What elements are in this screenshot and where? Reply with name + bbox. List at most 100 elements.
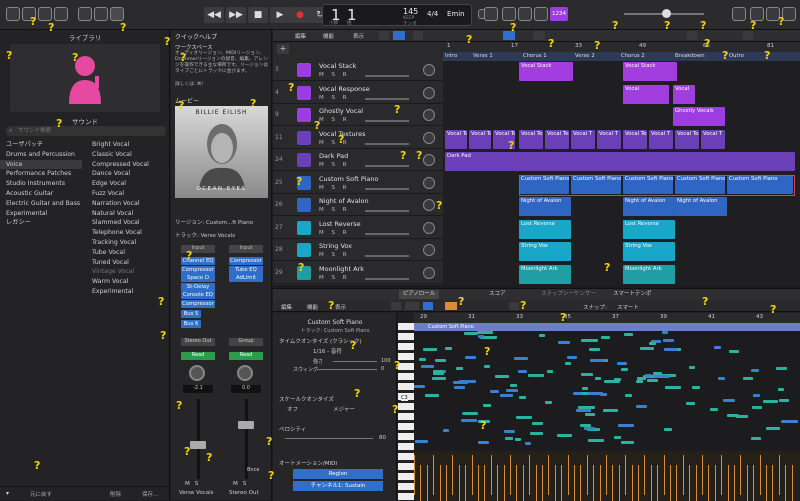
count-in-icon[interactable]: [534, 7, 548, 21]
strip1-output[interactable]: Stereo Out: [181, 338, 215, 346]
region[interactable]: Ghostly Vocals: [673, 107, 725, 126]
marker[interactable]: Verse 1: [473, 53, 493, 59]
track-volume-slider[interactable]: [365, 97, 409, 100]
piano-roll-ruler[interactable]: 29 31 33 35 37 39 41 43: [414, 313, 800, 323]
list-editors-icon[interactable]: [732, 7, 746, 21]
automation-point[interactable]: [612, 465, 614, 501]
midi-note[interactable]: [432, 377, 446, 380]
track-volume-slider[interactable]: [365, 232, 409, 235]
track-header[interactable]: 3 Vocal Stack M S R: [273, 60, 443, 81]
strip1-pan-knob[interactable]: [189, 365, 205, 381]
midi-note[interactable]: [621, 441, 634, 444]
marker[interactable]: Outro: [729, 53, 744, 59]
delete-button[interactable]: 削除: [110, 490, 121, 498]
region[interactable]: Moonlight Ark: [519, 264, 571, 284]
track-mute-solo-record[interactable]: M S R: [319, 252, 350, 258]
track-volume-slider[interactable]: [365, 210, 409, 212]
region[interactable]: Vocal Text: [675, 129, 699, 149]
automation-point[interactable]: [510, 455, 511, 495]
track-pan-knob[interactable]: [423, 221, 435, 234]
midi-note[interactable]: [581, 373, 593, 376]
pencil-tool-icon[interactable]: [533, 31, 545, 40]
automation-point[interactable]: [714, 465, 716, 501]
midi-note[interactable]: [617, 362, 627, 365]
automation-point[interactable]: [638, 465, 639, 501]
track-name[interactable]: Vocal Stack: [319, 62, 356, 70]
track-name[interactable]: Lost Reverse: [319, 220, 361, 228]
sound-search-input[interactable]: サウンド検索: [6, 126, 166, 136]
strip2-automation[interactable]: Read: [229, 352, 263, 360]
automation-point[interactable]: [580, 465, 582, 501]
automation-point[interactable]: [593, 465, 595, 501]
midi-note[interactable]: [528, 374, 544, 377]
track-header[interactable]: 26 Night of Avalon M S R: [273, 195, 443, 216]
patch-item[interactable]: Tuned Vocal: [86, 258, 168, 268]
midi-note[interactable]: [763, 400, 778, 403]
region[interactable]: Vocal Text: [519, 129, 543, 149]
track-mute-solo-record[interactable]: M S R: [319, 230, 350, 236]
midi-note[interactable]: [519, 396, 526, 399]
region[interactable]: Lost Reverse: [623, 219, 675, 239]
strength-value[interactable]: 100: [381, 358, 391, 364]
tab-smart-tempo[interactable]: スマートテンポ: [613, 290, 651, 299]
midi-note[interactable]: [662, 331, 668, 334]
region[interactable]: Vocal: [673, 84, 695, 104]
midi-note[interactable]: [425, 394, 439, 397]
automation-point[interactable]: [542, 465, 543, 501]
midi-note[interactable]: [576, 409, 591, 412]
category-item[interactable]: Performance Patches: [0, 169, 82, 179]
region[interactable]: Vocal T: [597, 129, 621, 149]
region[interactable]: Vocal Stack: [623, 62, 677, 81]
automation-point[interactable]: [446, 465, 447, 501]
midi-note[interactable]: [743, 377, 753, 380]
revert-button[interactable]: 元に戻す: [30, 490, 52, 498]
track-mute-solo-record[interactable]: M S R: [319, 72, 350, 78]
midi-note[interactable]: [585, 413, 595, 416]
stop-button[interactable]: ■: [248, 7, 268, 23]
midi-note[interactable]: [663, 339, 674, 342]
midi-note[interactable]: [582, 387, 588, 390]
category-item[interactable]: Drums and Percussion: [0, 150, 82, 160]
strip1-mute-solo[interactable]: MS: [185, 481, 203, 487]
automation-point[interactable]: [471, 455, 473, 495]
region[interactable]: Vocal Text: [445, 129, 467, 149]
patch-item[interactable]: Classic Vocal: [86, 150, 168, 160]
strip2-setting[interactable]: Input: [229, 245, 263, 253]
patch-item[interactable]: Warm Vocal: [86, 277, 168, 287]
tracks-function-menu[interactable]: 機能: [323, 32, 334, 40]
track-name[interactable]: Custom Soft Piano: [319, 175, 379, 183]
scale-root-select[interactable]: オフ: [287, 405, 298, 413]
automation-point[interactable]: [420, 465, 422, 501]
category-item[interactable]: Electric Guitar and Bass: [0, 199, 82, 209]
midi-note[interactable]: [581, 339, 598, 342]
piano-keyboard[interactable]: C3: [398, 323, 414, 501]
strip2-fader[interactable]: [238, 421, 254, 429]
automation-point[interactable]: [772, 465, 774, 501]
pr-region-color-icon[interactable]: [405, 302, 419, 310]
automation-point[interactable]: [702, 455, 703, 495]
smart-controls-icon[interactable]: [78, 7, 92, 21]
midi-note[interactable]: [595, 377, 601, 380]
track-header[interactable]: 9 Ghostly Vocal M S R: [273, 105, 443, 126]
midi-note[interactable]: [647, 379, 658, 382]
category-item[interactable]: Voice: [0, 159, 82, 170]
midi-note[interactable]: [654, 375, 670, 378]
midi-note[interactable]: [587, 392, 603, 395]
midi-note[interactable]: [718, 377, 725, 380]
midi-note[interactable]: [456, 367, 463, 370]
strip1-plugin-slot[interactable]: Console EQ: [181, 291, 215, 299]
automation-point[interactable]: [426, 465, 428, 501]
region[interactable]: Vocal Text: [469, 129, 491, 149]
automation-point[interactable]: [721, 455, 723, 495]
automation-point[interactable]: [766, 465, 767, 501]
midi-note[interactable]: [649, 342, 656, 345]
region[interactable]: Vocal Text: [545, 129, 569, 149]
region[interactable]: Night of Avalon: [519, 197, 571, 216]
track-mute-solo-record[interactable]: M S R: [319, 185, 350, 191]
track-mute-solo-record[interactable]: M S R: [319, 207, 350, 213]
automation-point[interactable]: [734, 465, 735, 501]
midi-note[interactable]: [751, 369, 759, 372]
midi-note[interactable]: [506, 389, 518, 392]
track-pan-knob[interactable]: [423, 176, 435, 189]
pr-edit-menu[interactable]: 編集: [281, 303, 292, 311]
